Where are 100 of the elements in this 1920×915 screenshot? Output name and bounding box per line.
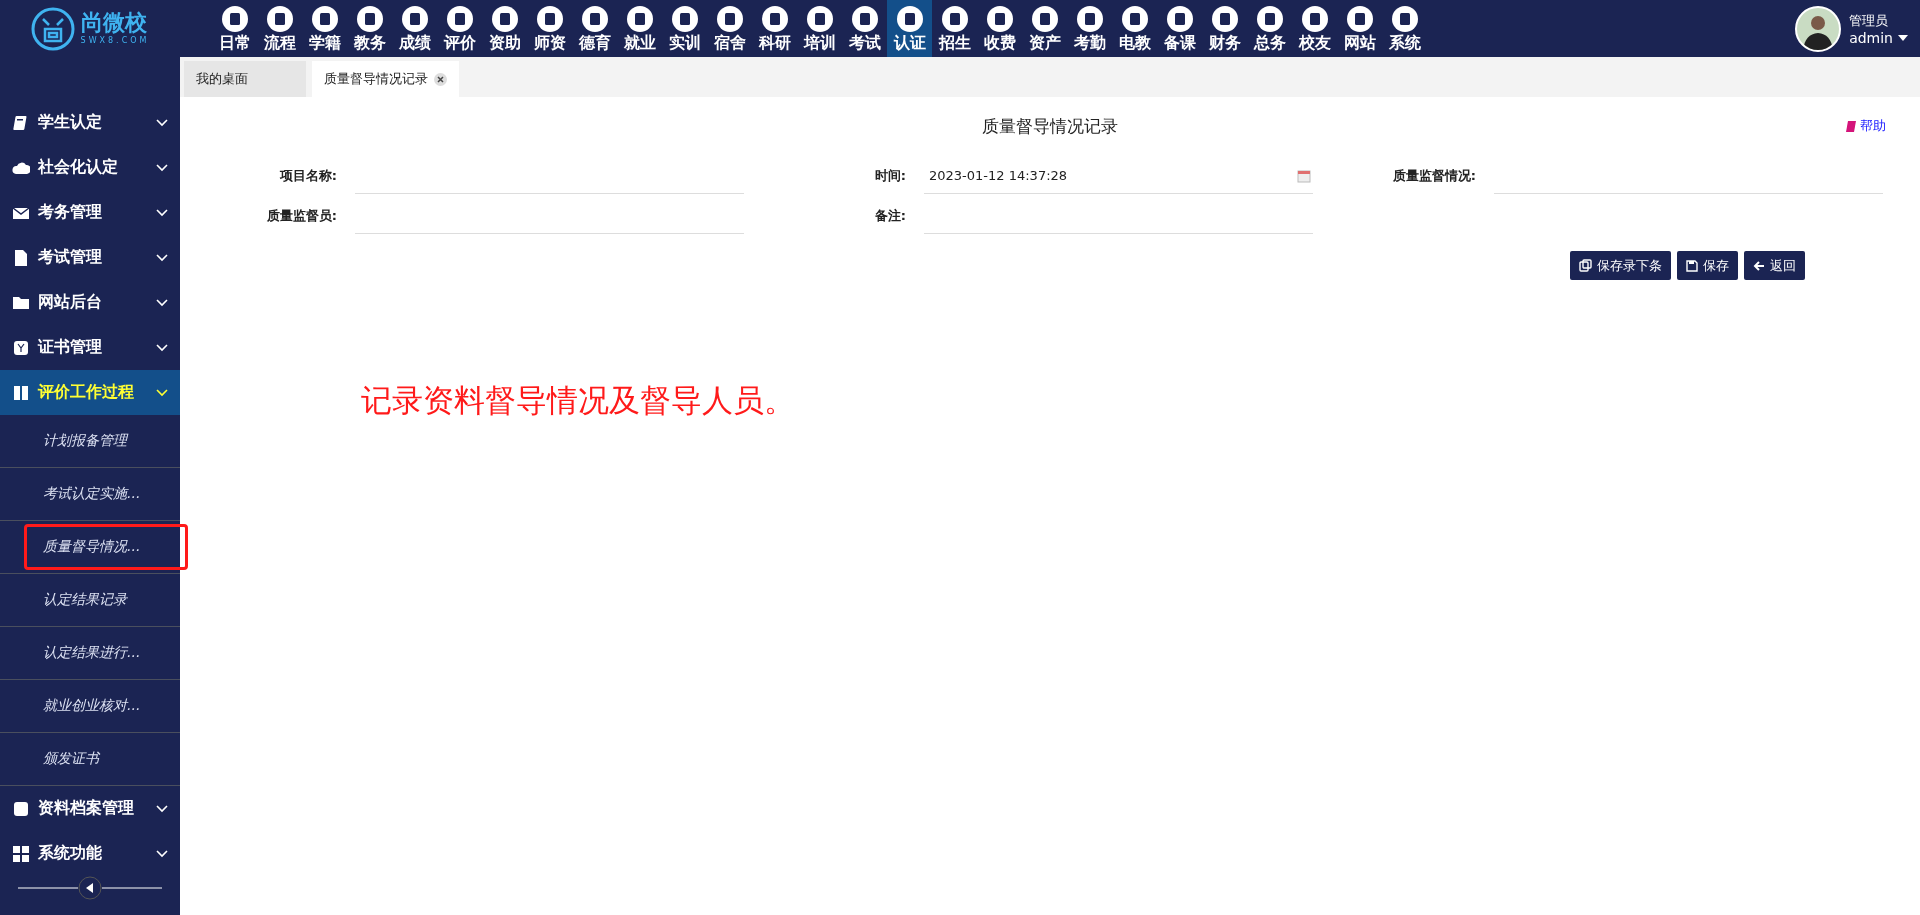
nav-item[interactable]: 财务 <box>1202 0 1247 57</box>
chevron-icon <box>156 343 168 352</box>
nav-item[interactable]: 认证 <box>887 0 932 57</box>
nav-item[interactable]: 学籍 <box>302 0 347 57</box>
round-icon <box>1120 5 1149 34</box>
submenu-item[interactable]: 颁发证书 <box>0 733 180 786</box>
chevron-icon <box>156 208 168 217</box>
sidebar-item[interactable]: 资料档案管理 <box>0 786 180 831</box>
sidebar-item[interactable]: 评价工作过程 <box>0 370 180 415</box>
book-icon <box>1846 120 1856 132</box>
nav-item[interactable]: 科研 <box>752 0 797 57</box>
nav-item[interactable]: 招生 <box>932 0 977 57</box>
round-icon <box>400 5 429 34</box>
nav-item[interactable]: 系统 <box>1382 0 1427 57</box>
caret-icon <box>1898 34 1908 41</box>
user-menu[interactable]: admin <box>1849 29 1908 46</box>
input-field[interactable]: 2023-01-12 14:37:28 <box>924 158 1313 194</box>
user-role: 管理员 <box>1849 11 1890 30</box>
field-label: 质量监督情况: <box>1391 167 1477 185</box>
menu-icon <box>12 248 30 267</box>
logo-domain: SWX8.COM <box>80 36 150 45</box>
field-label: 质量监督员: <box>265 207 338 225</box>
field-label: 项目名称: <box>278 167 338 185</box>
chevron-icon <box>156 298 168 307</box>
action-button[interactable]: 保存 <box>1677 251 1738 280</box>
menu-icon <box>12 844 30 863</box>
menu-icon <box>12 383 30 402</box>
submenu-item[interactable]: 认定结果记录 <box>0 574 180 627</box>
nav-item[interactable]: 考试 <box>842 0 887 57</box>
nav-item[interactable]: 培训 <box>797 0 842 57</box>
round-icon <box>850 5 879 34</box>
tab[interactable]: 质量督导情况记录 <box>312 61 459 97</box>
nav-item[interactable]: 资产 <box>1022 0 1067 57</box>
nav-item[interactable]: 师资 <box>527 0 572 57</box>
close-icon[interactable] <box>434 72 447 86</box>
sidebar-item[interactable]: 社会化认定 <box>0 145 180 190</box>
submenu-item[interactable]: 就业创业核对... <box>0 680 180 733</box>
chevron-icon <box>156 804 168 813</box>
submenu-item[interactable]: 认定结果进行... <box>0 627 180 680</box>
nav-item[interactable]: 校友 <box>1292 0 1337 57</box>
nav-item[interactable]: 日常 <box>212 0 257 57</box>
nav-item[interactable]: 成绩 <box>392 0 437 57</box>
nav-item[interactable]: 总务 <box>1247 0 1292 57</box>
sidebar-item[interactable]: 证书管理 <box>0 325 180 370</box>
action-button[interactable]: 返回 <box>1744 251 1805 280</box>
round-icon <box>355 5 384 34</box>
logo-name: 尚微校 <box>80 12 148 34</box>
nav-item[interactable]: 流程 <box>257 0 302 57</box>
round-icon <box>1345 5 1374 34</box>
sidebar-item[interactable]: 系统功能 <box>0 831 180 876</box>
sidebar-item[interactable]: 网站后台 <box>0 280 180 325</box>
nav-item[interactable]: 资助 <box>482 0 527 57</box>
copy-icon <box>1579 259 1592 272</box>
submenu-item[interactable]: 质量督导情况... <box>0 521 180 574</box>
nav-item[interactable]: 德育 <box>572 0 617 57</box>
round-icon <box>895 5 924 34</box>
chevron-icon <box>156 253 168 262</box>
round-icon <box>310 5 339 34</box>
round-icon <box>805 5 834 34</box>
sidebar-item[interactable]: 学生认定 <box>0 100 180 145</box>
nav-item[interactable]: 电教 <box>1112 0 1157 57</box>
nav-item[interactable]: 考勤 <box>1067 0 1112 57</box>
round-icon <box>625 5 654 34</box>
round-icon <box>985 5 1014 34</box>
chevron-icon <box>156 388 168 397</box>
collapse-slider-icon[interactable] <box>18 876 162 900</box>
round-icon <box>670 5 699 34</box>
action-button[interactable]: 保存录下条 <box>1570 251 1671 280</box>
sidebar-item[interactable]: 考务管理 <box>0 190 180 235</box>
nav-item[interactable]: 宿舍 <box>707 0 752 57</box>
nav-item[interactable]: 评价 <box>437 0 482 57</box>
round-icon <box>1255 5 1284 34</box>
menu-icon <box>12 338 30 357</box>
nav-item[interactable]: 就业 <box>617 0 662 57</box>
submenu-item[interactable]: 计划报备管理 <box>0 415 180 468</box>
nav-item[interactable]: 收费 <box>977 0 1022 57</box>
page-title: 质量督导情况记录 <box>982 115 1118 138</box>
round-icon <box>265 5 294 34</box>
sidebar-item[interactable]: 考试管理 <box>0 235 180 280</box>
round-icon <box>1030 5 1059 34</box>
nav-item[interactable]: 备课 <box>1157 0 1202 57</box>
calendar-icon[interactable] <box>1297 168 1311 183</box>
nav-item[interactable]: 实训 <box>662 0 707 57</box>
nav-item[interactable]: 教务 <box>347 0 392 57</box>
field-label: 时间: <box>873 167 907 185</box>
arrow-left-icon <box>1753 259 1765 272</box>
nav-item[interactable]: 网站 <box>1337 0 1382 57</box>
tab[interactable]: 我的桌面 <box>184 61 306 97</box>
round-icon <box>445 5 474 34</box>
round-icon <box>1165 5 1194 34</box>
round-icon <box>1300 5 1329 34</box>
round-icon <box>940 5 969 34</box>
submenu-item[interactable]: 考试认定实施... <box>0 468 180 521</box>
round-icon <box>1075 5 1104 34</box>
round-icon <box>1210 5 1239 34</box>
round-icon <box>535 5 564 34</box>
help-link[interactable]: 帮助 <box>1846 117 1886 135</box>
chevron-icon <box>156 118 168 127</box>
field-label: 备注: <box>873 207 907 225</box>
chevron-icon <box>156 163 168 172</box>
